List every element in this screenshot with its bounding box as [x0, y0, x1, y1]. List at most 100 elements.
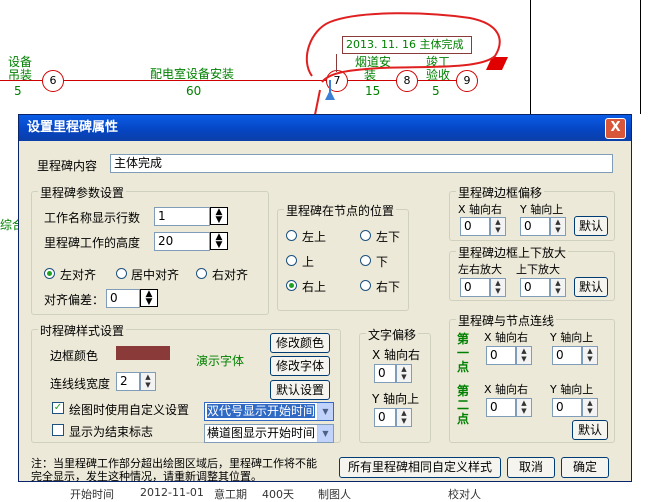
- content-input[interactable]: 主体完成: [110, 154, 613, 173]
- pos-top-label: 上: [302, 255, 315, 269]
- note-text: 注：当里程碑工作部分超出绘图区域后，里程碑工作将不能完全显示，发生这种情况，请重…: [31, 457, 317, 483]
- p2-x-label: X 轴向右: [484, 383, 529, 396]
- ud-scale-spinner[interactable]: ▲ ▼: [550, 278, 566, 297]
- line-width-input[interactable]: 2: [116, 372, 140, 391]
- position-group-title: 里程碑在节点的位置: [284, 202, 397, 219]
- network-time-select[interactable]: 双代号显示开始时间 ▼: [204, 402, 334, 421]
- text-x-input[interactable]: 0: [374, 364, 396, 383]
- close-icon: X: [610, 120, 621, 135]
- pos-bottom-label: 下: [376, 255, 389, 269]
- text-offset-group-title: 文字偏移: [366, 326, 419, 343]
- border-color-swatch[interactable]: [116, 346, 170, 360]
- modify-font-button[interactable]: 修改字体: [270, 356, 330, 376]
- close-button[interactable]: X: [605, 118, 626, 139]
- default-settings-button[interactable]: 默认设置: [270, 380, 330, 400]
- text-y-input[interactable]: 0: [374, 408, 396, 427]
- gantt-time-select[interactable]: 横道图显示开始时间 ▼: [204, 424, 334, 443]
- pos-top-right-label: 右上: [302, 280, 327, 294]
- border-y-spinner[interactable]: ▲ ▼: [550, 217, 566, 236]
- text-x-spinner[interactable]: ▲ ▼: [396, 364, 412, 383]
- table-cell: 开始时间: [70, 488, 114, 501]
- table-cell: 意工期: [214, 488, 247, 501]
- end-flag-label: 显示为结束标志: [69, 425, 154, 439]
- ud-scale-label: 上下放大: [516, 263, 560, 276]
- border-y-input[interactable]: 0: [520, 217, 550, 236]
- params-group: 里程碑参数设置 工作名称显示行数 1 ▲ ▼ 里程碑工作的高度 20 ▲ ▼ 左对齐…: [31, 184, 269, 315]
- p2-y-label: Y 轴向上: [550, 383, 594, 396]
- text-x-label: X 轴向右: [372, 348, 421, 362]
- offset-input[interactable]: 0: [106, 289, 140, 308]
- params-group-title: 里程碑参数设置: [38, 184, 127, 201]
- offset-label: 对齐偏差：: [44, 293, 105, 307]
- line-width-label: 连线线宽度: [50, 377, 111, 391]
- position-group: 里程碑在节点的位置 左上 左下 上 下 右上 右下: [277, 202, 409, 311]
- border-x-input[interactable]: 0: [460, 217, 490, 236]
- ok-button[interactable]: 确定: [561, 457, 609, 478]
- ud-scale-input[interactable]: 0: [520, 278, 550, 297]
- table-cell: 400天: [262, 488, 294, 501]
- dialog-title: 设置里程碑属性: [27, 120, 119, 135]
- align-right-radio[interactable]: [196, 268, 207, 279]
- rows-input[interactable]: 1: [154, 207, 210, 226]
- p1-y-input[interactable]: 0: [552, 346, 582, 365]
- lr-scale-spinner[interactable]: ▲ ▼: [490, 278, 506, 297]
- point1-label: 第一点: [456, 332, 469, 374]
- align-center-radio[interactable]: [116, 268, 127, 279]
- custom-style-label: 绘图时使用自定义设置: [69, 403, 190, 417]
- text-y-label: Y 轴向上: [372, 392, 420, 406]
- p1-x-spinner[interactable]: ▲ ▼: [516, 346, 532, 365]
- p1-x-input[interactable]: 0: [486, 346, 516, 365]
- pos-bottom-left-radio[interactable]: [360, 230, 371, 241]
- pos-top-radio[interactable]: [286, 255, 297, 266]
- table-cell: 制图人: [318, 488, 351, 501]
- pos-bottom-right-radio[interactable]: [360, 280, 371, 291]
- pos-top-left-radio[interactable]: [286, 230, 297, 241]
- p1-y-label: Y 轴向上: [550, 331, 594, 344]
- pos-bottom-radio[interactable]: [360, 255, 371, 266]
- p2-x-spinner[interactable]: ▲ ▼: [516, 398, 532, 417]
- network-time-value: 双代号显示开始时间: [207, 404, 316, 418]
- table-cell: 校对人: [448, 488, 481, 501]
- p2-y-spinner[interactable]: ▲ ▼: [582, 398, 598, 417]
- p2-y-input[interactable]: 0: [552, 398, 582, 417]
- rows-label: 工作名称显示行数: [44, 211, 141, 225]
- rows-spinner[interactable]: ▲ ▼: [210, 207, 228, 225]
- p1-y-spinner[interactable]: ▲ ▼: [582, 346, 598, 365]
- content-label: 里程碑内容: [37, 159, 98, 173]
- link-group: 里程碑与节点连线 第一点 X 轴向右 Y 轴向上 0 ▲ ▼ 0 ▲ ▼ 第二点 X…: [449, 312, 615, 443]
- modify-color-button[interactable]: 修改颜色: [270, 333, 330, 353]
- offset-spinner[interactable]: ▲ ▼: [140, 289, 158, 307]
- all-custom-style-button[interactable]: 所有里程碑相同自定义样式: [339, 457, 501, 478]
- custom-style-checkbox[interactable]: ✓: [52, 402, 64, 414]
- align-left-label: 左对齐: [60, 268, 97, 282]
- end-flag-checkbox[interactable]: [52, 424, 64, 436]
- chevron-down-icon: ▼: [317, 425, 333, 442]
- height-label: 里程碑工作的高度: [44, 236, 141, 250]
- border-offset-default-button[interactable]: 默认: [574, 216, 608, 236]
- milestone-properties-dialog: 设置里程碑属性 X 里程碑内容 主体完成 里程碑参数设置 工作名称显示行数 1 …: [18, 114, 632, 483]
- border-scale-group-title: 里程碑边框上下放大: [456, 244, 569, 261]
- link-group-title: 里程碑与节点连线: [456, 312, 557, 329]
- text-y-spinner[interactable]: ▲ ▼: [396, 408, 412, 427]
- p2-x-input[interactable]: 0: [486, 398, 516, 417]
- height-input[interactable]: 20: [154, 232, 210, 251]
- gantt-time-value: 横道图显示开始时间: [207, 426, 316, 440]
- pos-top-right-radio[interactable]: [286, 280, 297, 291]
- dialog-titlebar[interactable]: 设置里程碑属性 X: [19, 115, 631, 141]
- lr-scale-label: 左右放大: [458, 263, 502, 276]
- border-y-label: Y 轴向上: [520, 203, 564, 216]
- cancel-button[interactable]: 取消: [507, 457, 555, 478]
- lr-scale-input[interactable]: 0: [460, 278, 490, 297]
- pos-bottom-left-label: 左下: [376, 230, 401, 244]
- pos-bottom-right-label: 右下: [376, 280, 401, 294]
- align-left-radio[interactable]: [44, 268, 55, 279]
- border-scale-group: 里程碑边框上下放大 左右放大 上下放大 0 ▲ ▼ 0 ▲ ▼ 默认: [449, 244, 615, 301]
- style-group: 时程碑样式设置 边框颜色 演示字体 连线线宽度 2 ▲ ▼ ✓ 绘图时使用自定义设…: [31, 322, 341, 443]
- line-width-spinner[interactable]: ▲ ▼: [140, 372, 156, 391]
- height-spinner[interactable]: ▲ ▼: [210, 232, 228, 250]
- align-right-label: 右对齐: [212, 268, 249, 282]
- link-default-button[interactable]: 默认: [572, 420, 608, 440]
- border-scale-default-button[interactable]: 默认: [574, 277, 608, 297]
- border-x-spinner[interactable]: ▲ ▼: [490, 217, 506, 236]
- point2-label: 第二点: [456, 384, 469, 426]
